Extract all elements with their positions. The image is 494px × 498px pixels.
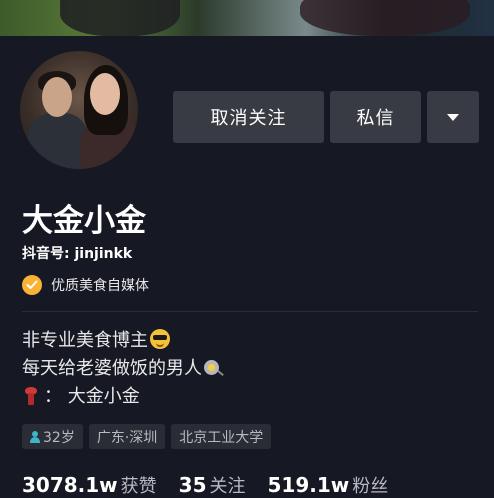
verification-text: 优质美食自媒体 [51,278,149,294]
verification-badge: 优质美食自媒体 [22,274,149,296]
following-count[interactable]: 35 [179,473,207,497]
divider [22,311,478,312]
message-button-label: 私信 [356,108,395,129]
tag-age[interactable]: 32岁 [22,424,83,449]
bio-line-2-text: 每天给老婆做饭的男人 [22,358,202,379]
verified-check-icon [22,275,42,295]
unfollow-button[interactable]: 取消关注 [173,91,324,143]
more-button[interactable] [427,91,479,143]
display-name: 大金小金 [22,203,146,239]
bio-line-1-text: 非专业美食博主 [22,330,148,351]
smiling-face-with-sunglasses-icon [150,329,170,349]
profile-stats: 3078.1w 获赞 35 关注 519.1w 粉丝 [22,472,410,498]
likes-count[interactable]: 3078.1w [22,473,118,497]
profile-banner-image [0,0,494,36]
profile-panel: 取消关注 私信 大金小金 抖音号: jinjinkk 优质美食自媒体 非专业美食… [0,36,494,497]
tag-school[interactable]: 北京工业大学 [171,424,272,449]
person-icon [30,430,40,443]
bio-line-3-text: ： 大金小金 [44,386,140,407]
message-button[interactable]: 私信 [330,91,421,143]
bio-line-1: 非专业美食博主 [22,326,170,352]
tag-age-label: 32岁 [43,429,75,446]
cooking-pan-icon [204,359,219,375]
likes-label[interactable]: 获赞 [121,472,157,498]
tag-location[interactable]: 广东·深圳 [88,424,166,449]
unfollow-button-label: 取消关注 [210,108,287,129]
avatar[interactable] [17,48,141,172]
tag-location-label: 广东·深圳 [96,429,158,446]
followers-label[interactable]: 粉丝 [352,472,388,498]
profile-tags: 32岁 广东·深圳 北京工业大学 [22,424,272,449]
tag-school-label: 北京工业大学 [179,429,264,446]
following-label[interactable]: 关注 [210,472,246,498]
bio-line-3: ： 大金小金 [22,382,140,408]
followers-count[interactable]: 519.1w [268,473,350,497]
caret-down-icon [447,113,459,121]
douyin-id: 抖音号: jinjinkk [22,246,133,262]
scarf-icon [22,385,40,405]
bio-line-2: 每天给老婆做饭的男人 [22,354,219,380]
